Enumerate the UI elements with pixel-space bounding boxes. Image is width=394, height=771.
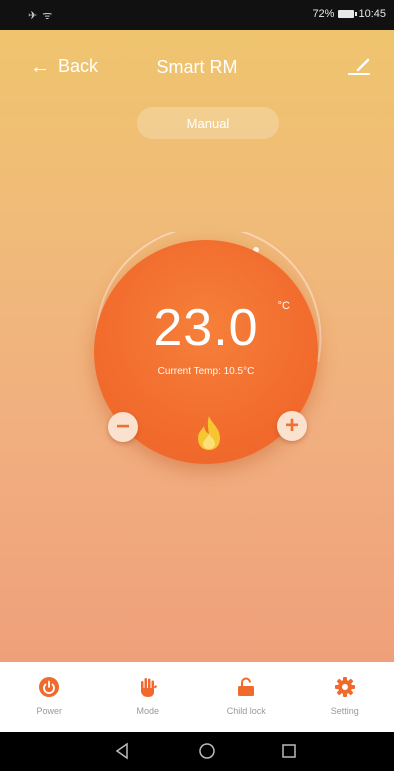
minus-icon: −	[115, 413, 130, 440]
nav-item-power[interactable]: Power	[0, 662, 99, 732]
main-content: ← Back Smart RM Manual 23.0 °C Current T…	[0, 30, 394, 662]
thermostat-dial[interactable]: 23.0 °C Current Temp: 10.5°C − +	[86, 232, 326, 472]
mode-label: Manual	[186, 115, 230, 131]
signal-icons: ✈ ᯤ	[28, 10, 54, 22]
page-title: Smart RM	[156, 57, 238, 77]
temperature-unit: °C	[277, 300, 290, 312]
edit-icon	[348, 58, 370, 75]
nav-label-setting: Setting	[330, 706, 359, 716]
nav-item-setting[interactable]: Setting	[296, 662, 394, 732]
nav-label-child-lock: Child lock	[226, 706, 266, 716]
plus-icon: +	[284, 412, 299, 439]
recents-square-icon[interactable]	[280, 742, 298, 760]
back-triangle-icon[interactable]	[114, 742, 132, 760]
hand-icon	[140, 678, 157, 697]
home-circle-icon[interactable]	[198, 742, 216, 760]
decrease-temp-button[interactable]: −	[108, 412, 138, 442]
nav-item-child-lock[interactable]: Child lock	[197, 662, 296, 732]
edit-button[interactable]	[346, 54, 372, 80]
battery-percent: 72%	[312, 8, 335, 20]
phone-screen: ✈ ᯤ 72% 10:45 ← Back Smart RM Manual 23.…	[0, 0, 394, 771]
clock-time: 10:45	[358, 8, 386, 20]
gear-icon	[334, 677, 355, 697]
flame-icon	[198, 416, 220, 450]
nav-label-power: Power	[36, 706, 62, 716]
mode-pill[interactable]: Manual	[137, 107, 279, 139]
status-right: 72% 10:45	[312, 8, 386, 20]
bottom-nav: Power Mode Child lock Setting	[0, 662, 394, 732]
increase-temp-button[interactable]: +	[277, 411, 307, 441]
system-nav-bar	[0, 732, 394, 771]
battery-icon	[338, 10, 358, 18]
nav-label-mode: Mode	[136, 706, 159, 716]
current-temperature: Current Temp: 10.5°C	[157, 366, 255, 377]
status-bar: ✈ ᯤ 72% 10:45	[0, 0, 394, 30]
unlock-icon	[238, 677, 255, 696]
power-icon	[39, 677, 60, 697]
app-bar: ← Back Smart RM	[0, 30, 394, 102]
nav-item-mode[interactable]: Mode	[99, 662, 198, 732]
